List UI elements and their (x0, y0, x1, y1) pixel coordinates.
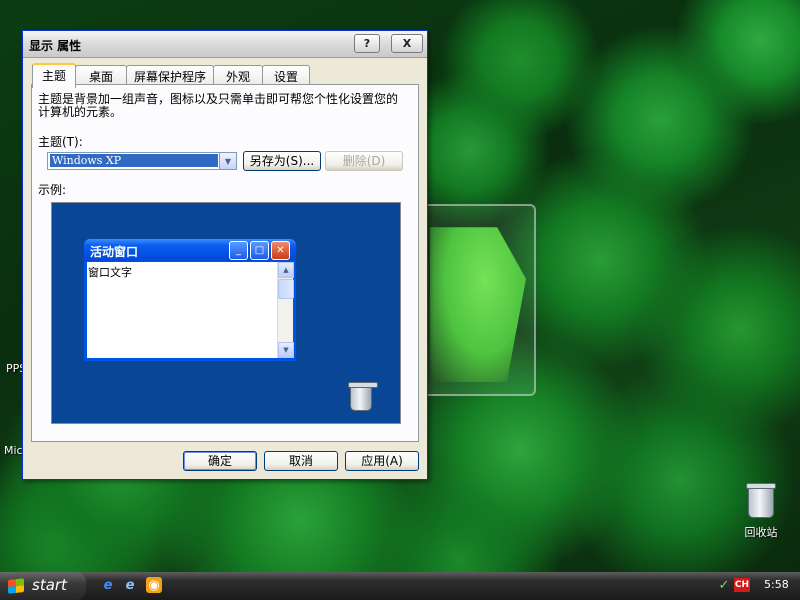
maximize-icon: □ (250, 241, 269, 260)
apply-button[interactable]: 应用(A) (345, 451, 419, 471)
language-indicator[interactable]: CH (734, 578, 750, 592)
tab-themes[interactable]: 主题 (32, 63, 76, 88)
background-window-frame (424, 204, 536, 396)
theme-select-value: Windows XP (50, 154, 218, 167)
desktop: PPS Micr 回收站 显示 属性 ? X 主题 桌面 屏幕保护程序 外观 设… (0, 0, 800, 572)
preview-label: 示例: (38, 183, 67, 197)
start-label: start (32, 576, 67, 594)
scroll-down-icon: ▼ (278, 342, 294, 358)
windows-logo-icon (8, 578, 24, 594)
tab-screensaver[interactable]: 屏幕保护程序 (126, 65, 214, 85)
preview-active-window: 活动窗口 _ □ ✕ 窗口文字 ▲ ▼ (84, 239, 296, 361)
scroll-up-icon: ▲ (278, 262, 294, 278)
recycle-bin-icon (746, 483, 776, 518)
preview-scrollbar: ▲ ▼ (277, 262, 294, 358)
taskbar: start e e ◉ ✓ CH 5:58 (0, 572, 800, 600)
cancel-button[interactable]: 取消 (264, 451, 338, 471)
desktop-recycle-bin[interactable]: 回收站 (738, 483, 784, 540)
theme-preview: 活动窗口 _ □ ✕ 窗口文字 ▲ ▼ (51, 202, 401, 424)
minimize-icon: _ (229, 241, 248, 260)
close-icon: ✕ (271, 241, 290, 260)
save-as-button[interactable]: 另存为(S)... (243, 151, 321, 171)
close-button[interactable]: X (391, 34, 423, 53)
recycle-bin-label: 回收站 (744, 526, 778, 539)
preview-window-text: 窗口文字 (88, 266, 132, 279)
themes-description: 主题是背景加一组声音，图标以及只需单击即可帮您个性化设置您的计算机的元素。 (38, 92, 399, 119)
messenger-icon[interactable]: ◉ (146, 577, 162, 593)
scroll-thumb (278, 279, 294, 299)
preview-window-titlebar: 活动窗口 _ □ ✕ (84, 239, 296, 261)
clock[interactable]: 5:58 (764, 578, 789, 591)
theme-label: 主题(T): (38, 135, 83, 149)
internet-explorer-icon[interactable]: e (100, 577, 116, 593)
dialog-titlebar[interactable]: 显示 属性 ? X (23, 31, 427, 58)
tab-appearance[interactable]: 外观 (213, 65, 263, 85)
help-button[interactable]: ? (354, 34, 380, 53)
browser-icon[interactable]: e (122, 577, 138, 593)
chevron-down-icon[interactable]: ▼ (219, 152, 237, 170)
tab-desktop[interactable]: 桌面 (75, 65, 127, 85)
preview-window-body: 窗口文字 ▲ ▼ (87, 262, 294, 358)
start-button[interactable]: start (0, 572, 86, 600)
preview-window-title: 活动窗口 (90, 245, 139, 259)
network-icon[interactable]: ✓ (716, 577, 732, 593)
dialog-title: 显示 属性 (29, 39, 82, 53)
tab-settings[interactable]: 设置 (262, 65, 310, 85)
display-properties-dialog: 显示 属性 ? X 主题 桌面 屏幕保护程序 外观 设置 主题是背景加一组声音，… (22, 30, 428, 480)
preview-recycle-bin-icon (348, 382, 378, 411)
ok-button[interactable]: 确定 (183, 451, 257, 471)
delete-button[interactable]: 删除(D) (325, 151, 403, 171)
theme-select[interactable]: Windows XP ▼ (47, 152, 237, 170)
system-tray: ✓ CH 5:58 (710, 572, 800, 600)
